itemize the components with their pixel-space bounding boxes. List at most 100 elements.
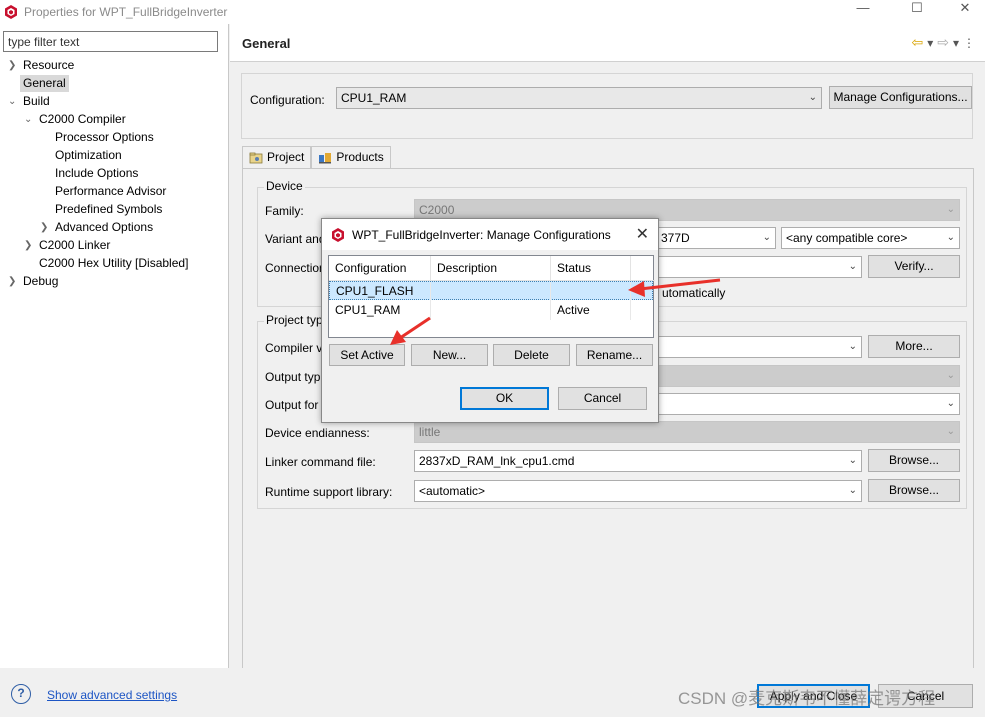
column-header-status[interactable]: Status xyxy=(551,256,631,281)
row-description-cell xyxy=(431,301,551,320)
endianness-select: little ⌄ xyxy=(414,421,960,443)
compiler-version-select[interactable]: ⌄ xyxy=(656,336,862,358)
dropdown-icon[interactable]: ▾ xyxy=(927,36,933,50)
table-row[interactable]: CPU1_RAM Active xyxy=(329,301,653,320)
tree-item-general[interactable]: General xyxy=(20,75,69,92)
chevron-down-icon: ⌄ xyxy=(848,455,857,466)
dialog-titlebar: WPT_FullBridgeInverter: Manage Configura… xyxy=(322,219,658,250)
column-header-filler xyxy=(631,256,655,281)
maximize-button[interactable]: ☐ xyxy=(902,0,932,18)
new-configuration-button[interactable]: New... xyxy=(411,344,488,366)
chevron-down-icon: ⌄ xyxy=(946,232,955,243)
rename-configuration-button[interactable]: Rename... xyxy=(576,344,653,366)
output-format-select[interactable]: ⌄ xyxy=(656,393,960,415)
runtime-library-label: Runtime support library: xyxy=(265,485,393,499)
row-description-cell xyxy=(431,282,551,301)
row-configuration-cell: CPU1_RAM xyxy=(329,301,431,320)
core-value: <any compatible core> xyxy=(786,231,908,245)
row-status-cell xyxy=(551,282,631,301)
forward-arrow-icon[interactable]: ⇨ xyxy=(937,34,949,51)
column-header-configuration[interactable]: Configuration xyxy=(329,256,431,281)
table-row[interactable]: CPU1_FLASH xyxy=(329,281,653,301)
tree-item-resource[interactable]: Resource xyxy=(23,57,74,74)
tree-item-debug[interactable]: Debug xyxy=(23,273,58,290)
tree-item-processor-options[interactable]: Processor Options xyxy=(55,129,154,146)
project-folder-icon xyxy=(249,152,263,163)
chevron-down-icon[interactable]: ⌄ xyxy=(24,111,34,128)
page-header: General ⇦ ▾ ⇨ ▾ ⋮ xyxy=(230,24,985,62)
configuration-label: Configuration: xyxy=(250,93,325,107)
tree-item-performance-advisor[interactable]: Performance Advisor xyxy=(55,183,166,200)
ok-button[interactable]: OK xyxy=(460,387,549,410)
tree-item-c2000-hex-utility[interactable]: C2000 Hex Utility [Disabled] xyxy=(39,255,188,272)
chevron-down-icon: ⌄ xyxy=(762,232,771,243)
configuration-select[interactable]: CPU1_RAM ⌄ xyxy=(336,87,822,109)
dropdown-icon[interactable]: ▾ xyxy=(953,36,959,50)
show-advanced-settings-link[interactable]: Show advanced settings xyxy=(47,688,177,702)
watermark: CSDN @麦克斯韦不懂薛定谔方程 xyxy=(678,689,936,708)
chevron-down-icon: ⌄ xyxy=(946,204,955,215)
runtime-library-select[interactable]: <automatic> ⌄ xyxy=(414,480,862,502)
tree-item-advanced-options[interactable]: Advanced Options xyxy=(55,219,153,236)
page-title: General xyxy=(242,36,291,51)
back-arrow-icon[interactable]: ⇦ xyxy=(911,34,923,51)
linker-command-label: Linker command file: xyxy=(265,455,376,469)
tree-item-optimization[interactable]: Optimization xyxy=(55,147,122,164)
dialog-title: WPT_FullBridgeInverter: Manage Configura… xyxy=(352,228,611,242)
minimize-button[interactable]: — xyxy=(848,0,878,18)
view-menu-icon[interactable]: ⋮ xyxy=(963,36,975,50)
help-icon[interactable]: ? xyxy=(11,684,31,704)
family-label: Family: xyxy=(265,204,304,218)
linker-command-value: 2837xD_RAM_lnk_cpu1.cmd xyxy=(419,454,575,468)
products-icon xyxy=(319,152,332,163)
core-select[interactable]: <any compatible core> ⌄ xyxy=(781,227,960,249)
tab-project[interactable]: Project xyxy=(242,146,312,169)
configuration-value: CPU1_RAM xyxy=(341,91,407,105)
browse-linker-button[interactable]: Browse... xyxy=(868,449,960,472)
chevron-down-icon[interactable]: ⌄ xyxy=(8,93,18,110)
chevron-down-icon: ⌄ xyxy=(848,261,857,272)
column-header-description[interactable]: Description xyxy=(431,256,551,281)
connection-select[interactable]: ⌄ xyxy=(656,256,862,278)
endianness-label: Device endianness: xyxy=(265,426,370,440)
variant-select[interactable]: 377D ⌄ xyxy=(656,227,776,249)
verify-button[interactable]: Verify... xyxy=(868,255,960,278)
more-button[interactable]: More... xyxy=(868,335,960,358)
chevron-down-icon: ⌄ xyxy=(848,341,857,352)
compiler-version-label: Compiler v xyxy=(265,341,323,355)
tree-item-c2000-compiler[interactable]: C2000 Compiler xyxy=(39,111,126,128)
project-type-group-title: Project typ xyxy=(264,313,325,327)
chevron-right-icon[interactable]: ❯ xyxy=(40,219,50,236)
chevron-right-icon[interactable]: ❯ xyxy=(8,273,18,290)
auto-identify-text: utomatically xyxy=(662,286,726,300)
runtime-library-value: <automatic> xyxy=(419,484,486,498)
device-group-title: Device xyxy=(264,179,305,193)
manage-configurations-button[interactable]: Manage Configurations... xyxy=(829,86,972,109)
variant-label: Variant and xyxy=(265,232,326,246)
connection-label: Connection xyxy=(265,261,326,275)
tree-item-c2000-linker[interactable]: C2000 Linker xyxy=(39,237,110,254)
close-window-button[interactable]: ✕ xyxy=(950,0,980,18)
chevron-down-icon: ⌄ xyxy=(808,92,817,103)
filter-input[interactable] xyxy=(3,31,218,52)
configurations-table: Configuration Description Status CPU1_FL… xyxy=(328,255,655,338)
delete-configuration-button[interactable]: Delete xyxy=(493,344,570,366)
tree-item-predefined-symbols[interactable]: Predefined Symbols xyxy=(55,201,162,218)
tab-bar: Project Products xyxy=(242,146,391,169)
window-title: Properties for WPT_FullBridgeInverter xyxy=(24,5,228,19)
tree-panel: ❯ Resource General ⌄ Build ⌄ C2000 Compi… xyxy=(0,24,229,668)
tab-products-label: Products xyxy=(336,150,384,164)
browse-runtime-button[interactable]: Browse... xyxy=(868,479,960,502)
chevron-down-icon: ⌄ xyxy=(848,485,857,496)
tab-products[interactable]: Products xyxy=(311,146,391,168)
nav-toolbar: ⇦ ▾ ⇨ ▾ ⋮ xyxy=(911,34,975,51)
tree-item-include-options[interactable]: Include Options xyxy=(55,165,138,182)
dialog-cancel-button[interactable]: Cancel xyxy=(558,387,647,410)
chevron-right-icon[interactable]: ❯ xyxy=(8,57,18,74)
set-active-button[interactable]: Set Active xyxy=(329,344,405,366)
chevron-down-icon: ⌄ xyxy=(946,426,955,437)
tree-item-build[interactable]: Build xyxy=(23,93,50,110)
chevron-right-icon[interactable]: ❯ xyxy=(24,237,34,254)
linker-command-select[interactable]: 2837xD_RAM_lnk_cpu1.cmd ⌄ xyxy=(414,450,862,472)
dialog-close-icon[interactable]: ✕ xyxy=(636,224,649,244)
